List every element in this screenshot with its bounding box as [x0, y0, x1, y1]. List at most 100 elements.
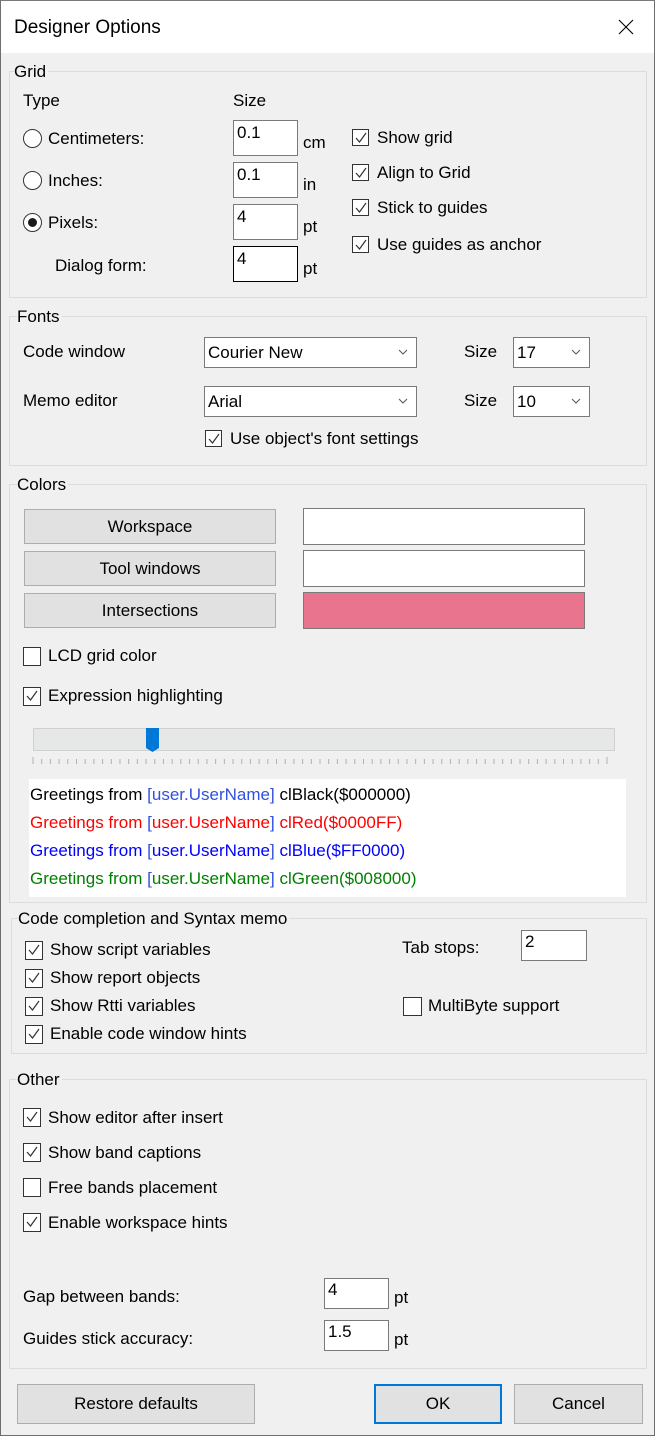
preview-prefix: Greetings from [30, 841, 148, 860]
guides-stick-accuracy-label: Guides stick accuracy: [23, 1329, 194, 1348]
lcd-grid-color-checkbox[interactable] [23, 647, 41, 666]
code-window-font-select[interactable]: Courier New [204, 337, 417, 368]
restore-defaults-button[interactable]: Restore defaults [17, 1384, 255, 1424]
free-bands-placement-checkbox[interactable] [23, 1178, 41, 1197]
tool-windows-color-swatch[interactable] [303, 550, 585, 587]
designer-options-dialog: Designer Options Grid Type Size Centimet… [0, 0, 655, 1436]
chevron-down-icon [398, 398, 408, 404]
intersections-color-swatch[interactable] [303, 592, 585, 629]
show-rtti-variables-checkbox[interactable] [25, 997, 43, 1016]
centimeters-size-input[interactable]: 0.1 [233, 120, 298, 156]
checkmark-icon [355, 239, 367, 250]
checkmark-icon [26, 690, 38, 701]
guides-stick-accuracy-input[interactable]: 1.5 [324, 1320, 389, 1351]
size-header: Size [233, 91, 267, 110]
show-editor-after-insert-checkbox[interactable] [23, 1108, 41, 1127]
highlight-slider-track[interactable] [33, 728, 615, 751]
preview-line: Greetings from [user.UserName] clBlue($F… [30, 840, 405, 862]
preview-prefix: Greetings from [30, 813, 148, 832]
intersections-color-button[interactable]: Intersections [24, 593, 276, 628]
checkmark-icon [28, 1028, 40, 1039]
show-report-objects-label: Show report objects [50, 968, 201, 987]
workspace-color-button[interactable]: Workspace [24, 509, 276, 544]
show-grid-checkbox[interactable] [352, 129, 369, 146]
memo-editor-font-value: Arial [208, 392, 243, 411]
use-object-font-checkbox[interactable] [205, 430, 222, 447]
inches-radio[interactable] [23, 171, 42, 190]
slider-ticks [32, 757, 608, 764]
code-window-size-value: 17 [517, 343, 536, 362]
enable-code-window-hints-label: Enable code window hints [50, 1024, 247, 1043]
centimeters-unit: cm [303, 133, 326, 152]
preview-line: Greetings from [user.UserName] clGreen($… [30, 868, 417, 890]
preview-suffix: clBlack($000000) [274, 785, 411, 804]
align-to-grid-checkbox[interactable] [352, 164, 369, 181]
other-group-label: Other [17, 1070, 62, 1090]
tab-stops-label: Tab stops: [402, 938, 480, 957]
dialog-form-input[interactable]: 4 [233, 246, 298, 282]
checkmark-icon [28, 944, 40, 955]
show-rtti-variables-label: Show Rtti variables [50, 996, 196, 1015]
gap-between-bands-input[interactable]: 4 [324, 1278, 389, 1309]
checkmark-icon [355, 132, 367, 143]
use-guides-as-anchor-checkbox[interactable] [352, 236, 369, 253]
use-guides-as-anchor-label: Use guides as anchor [377, 235, 542, 254]
pixels-unit: pt [303, 217, 318, 236]
preview-expression: user.UserName [151, 841, 270, 860]
code-window-font-value: Courier New [208, 343, 303, 362]
preview-prefix: Greetings from [30, 785, 148, 804]
tool-windows-color-button[interactable]: Tool windows [24, 551, 276, 586]
preview-suffix: clBlue($FF0000) [274, 841, 406, 860]
show-script-variables-label: Show script variables [50, 940, 211, 959]
radio-selected-dot [28, 218, 37, 227]
stick-to-guides-label: Stick to guides [377, 198, 488, 217]
pixels-radio[interactable] [23, 213, 42, 232]
free-bands-placement-label: Free bands placement [48, 1178, 218, 1197]
code-window-size-label: Size [464, 342, 498, 361]
show-report-objects-checkbox[interactable] [25, 969, 43, 988]
code-window-size-select[interactable]: 17 [513, 337, 590, 368]
checkmark-icon [26, 1146, 38, 1157]
dialog-form-unit: pt [303, 259, 318, 278]
memo-editor-label: Memo editor [23, 391, 118, 410]
centimeters-label: Centimeters: [48, 129, 145, 148]
enable-workspace-hints-label: Enable workspace hints [48, 1213, 228, 1232]
code-window-label: Code window [23, 342, 126, 361]
checkmark-icon [26, 1111, 38, 1122]
checkmark-icon [26, 1216, 38, 1227]
show-band-captions-checkbox[interactable] [23, 1143, 41, 1162]
stick-to-guides-checkbox[interactable] [352, 199, 369, 216]
checkmark-icon [28, 1000, 40, 1011]
highlight-preview: Greetings from [user.UserName] clBlack($… [29, 779, 626, 897]
slider-thumb[interactable] [146, 728, 160, 753]
show-script-variables-checkbox[interactable] [25, 941, 43, 960]
lcd-grid-color-label: LCD grid color [48, 646, 157, 665]
tab-stops-input[interactable]: 2 [521, 930, 587, 961]
inches-size-input[interactable]: 0.1 [233, 162, 298, 198]
chevron-down-icon [571, 398, 581, 404]
preview-line: Greetings from [user.UserName] clBlack($… [30, 784, 411, 806]
memo-editor-font-select[interactable]: Arial [204, 386, 417, 417]
preview-suffix: clGreen($008000) [274, 869, 417, 888]
ok-button[interactable]: OK [374, 1384, 502, 1424]
preview-expression: user.UserName [151, 813, 270, 832]
preview-expression: user.UserName [151, 869, 270, 888]
pixels-size-input[interactable]: 4 [233, 204, 298, 240]
preview-suffix: clRed($0000FF) [274, 813, 403, 832]
close-button[interactable] [598, 1, 654, 53]
dialog-form-label: Dialog form: [55, 256, 147, 275]
enable-workspace-hints-checkbox[interactable] [23, 1213, 41, 1232]
code-completion-group-label: Code completion and Syntax memo [18, 909, 290, 929]
chevron-down-icon [398, 349, 408, 355]
memo-editor-size-select[interactable]: 10 [513, 386, 590, 417]
enable-code-window-hints-checkbox[interactable] [25, 1025, 43, 1044]
multibyte-support-checkbox[interactable] [403, 997, 422, 1016]
expression-highlighting-label: Expression highlighting [48, 686, 223, 705]
multibyte-support-label: MultiByte support [428, 996, 560, 1015]
expression-highlighting-checkbox[interactable] [23, 687, 41, 706]
cancel-button[interactable]: Cancel [514, 1384, 643, 1424]
workspace-color-swatch[interactable] [303, 508, 585, 545]
preview-prefix: Greetings from [30, 869, 148, 888]
centimeters-radio[interactable] [23, 129, 42, 148]
memo-editor-size-value: 10 [517, 392, 536, 411]
